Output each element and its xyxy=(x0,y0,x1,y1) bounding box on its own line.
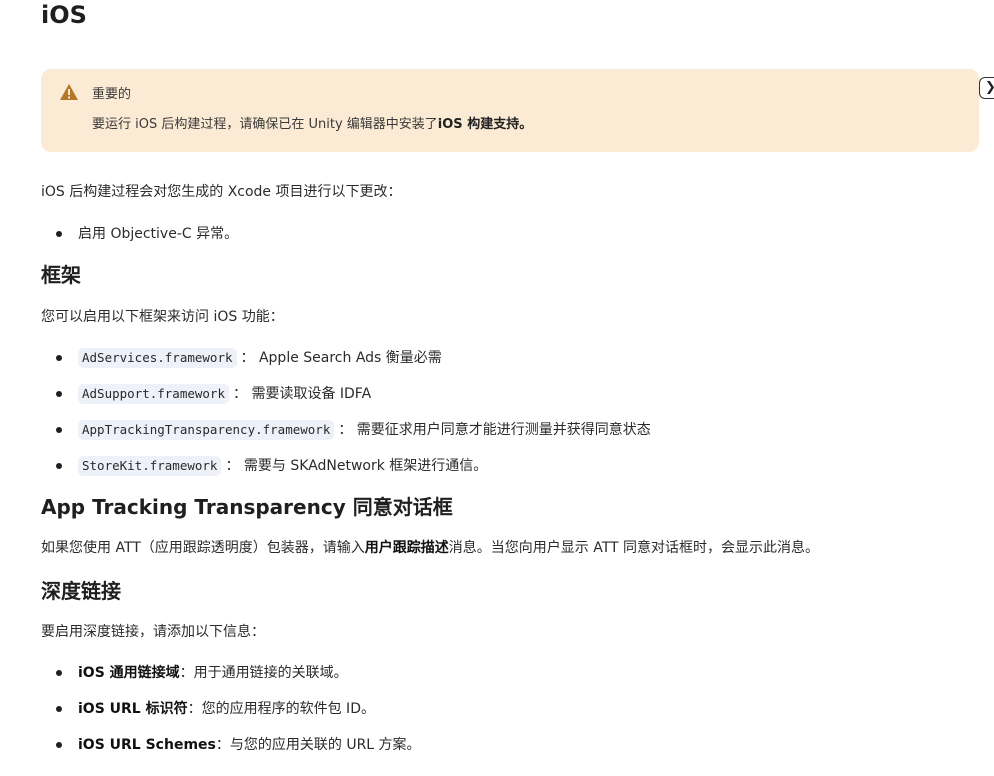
framework-code: AdServices.framework xyxy=(78,348,237,368)
framework-code: StoreKit.framework xyxy=(78,456,222,476)
bullet xyxy=(56,742,62,748)
deeplink-intro: 要启用深度链接，请添加以下信息： xyxy=(41,624,265,640)
deeplink-label: iOS URL Schemes xyxy=(78,737,216,753)
framework-desc: ： 需要读取设备 IDFA xyxy=(233,386,372,402)
important-callout: 重要的 要运行 iOS 后构建过程，请确保已在 Unity 编辑器中安装了iOS… xyxy=(41,69,979,152)
deeplink-desc: ：用于通用链接的关联域。 xyxy=(179,665,348,681)
bullet xyxy=(56,706,62,712)
intro-paragraph: iOS 后构建过程会对您生成的 Xcode 项目进行以下更改： xyxy=(41,184,402,200)
list-item: iOS 通用链接域 ：用于通用链接的关联域。 xyxy=(56,663,348,683)
framework-code: AdSupport.framework xyxy=(78,384,229,404)
framework-desc: ： 需要与 SKAdNetwork 框架进行通信。 xyxy=(225,458,488,474)
framework-code: AppTrackingTransparency.framework xyxy=(78,420,335,440)
callout-body-text: 要运行 iOS 后构建过程，请确保已在 Unity 编辑器中安装了 xyxy=(92,117,438,132)
bullet xyxy=(56,427,62,433)
callout-body-bold: iOS 构建支持。 xyxy=(437,117,533,132)
att-text-bold: 用户跟踪描述 xyxy=(364,540,449,556)
chevron-right-icon[interactable]: ❯ xyxy=(979,77,994,99)
list-item: iOS URL 标识符 ：您的应用程序的软件包 ID。 xyxy=(56,699,375,719)
bullet xyxy=(56,231,62,237)
warning-triangle-icon xyxy=(60,84,78,100)
att-text-suffix: 消息。当您向用户显示 ATT 同意对话框时，会显示此消息。 xyxy=(448,540,820,556)
list-item: 启用 Objective-C 异常。 xyxy=(56,224,238,244)
list-item: AppTrackingTransparency.framework ： 需要征求… xyxy=(56,420,651,440)
section-heading-att: App Tracking Transparency 同意对话框 xyxy=(41,495,453,519)
att-paragraph: 如果您使用 ATT（应用跟踪透明度）包装器，请输入用户跟踪描述消息。当您向用户显… xyxy=(41,538,819,558)
deeplink-desc: ：与您的应用关联的 URL 方案。 xyxy=(215,737,421,753)
frameworks-intro: 您可以启用以下框架来访问 iOS 功能： xyxy=(41,309,284,325)
section-heading-deeplink: 深度链接 xyxy=(41,579,121,603)
framework-desc: ： Apple Search Ads 衡量必需 xyxy=(240,350,442,366)
list-item-text: 启用 Objective-C 异常。 xyxy=(78,226,239,242)
callout-body: 要运行 iOS 后构建过程，请确保已在 Unity 编辑器中安装了iOS 构建支… xyxy=(92,116,532,134)
list-item: iOS URL Schemes ：与您的应用关联的 URL 方案。 xyxy=(56,735,421,755)
page-title: iOS xyxy=(41,1,87,29)
callout-heading: 重要的 xyxy=(92,87,132,102)
bullet xyxy=(56,463,62,469)
bullet xyxy=(56,670,62,676)
list-item: AdServices.framework ： Apple Search Ads … xyxy=(56,348,442,368)
bullet xyxy=(56,391,62,397)
docs-page: iOS 重要的 要运行 iOS 后构建过程，请确保已在 Unity 编辑器中安装… xyxy=(0,0,994,776)
section-heading-frameworks: 框架 xyxy=(41,263,81,287)
list-item: AdSupport.framework ： 需要读取设备 IDFA xyxy=(56,384,371,404)
bullet xyxy=(56,355,62,361)
deeplink-label: iOS URL 标识符 xyxy=(78,701,188,717)
att-text-prefix: 如果您使用 ATT（应用跟踪透明度）包装器，请输入 xyxy=(41,540,365,556)
deeplink-desc: ：您的应用程序的软件包 ID。 xyxy=(187,701,375,717)
deeplink-label: iOS 通用链接域 xyxy=(78,665,180,681)
framework-desc: ： 需要征求用户同意才能进行测量并获得同意状态 xyxy=(338,422,651,438)
list-item: StoreKit.framework ： 需要与 SKAdNetwork 框架进… xyxy=(56,456,487,476)
